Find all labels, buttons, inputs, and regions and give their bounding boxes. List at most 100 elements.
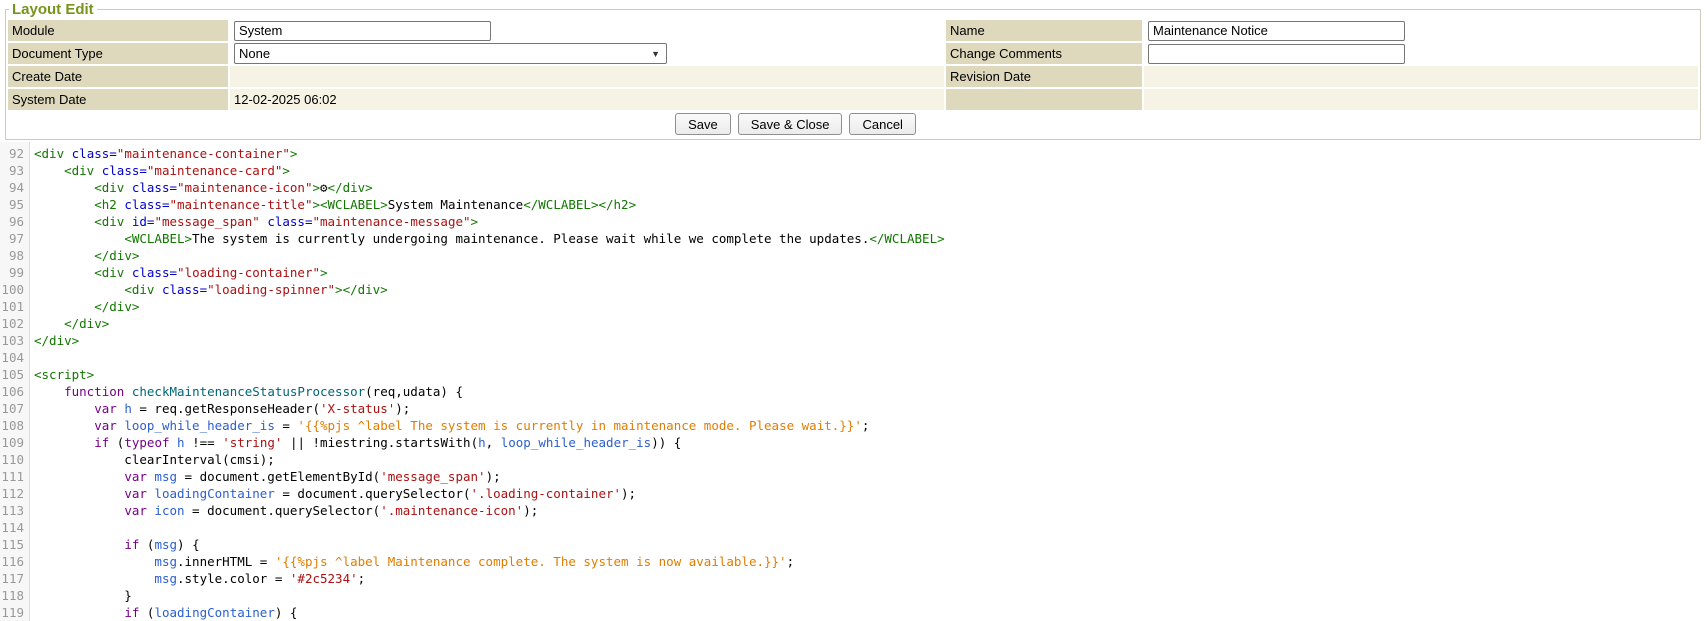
code-line[interactable]: var icon = document.querySelector('.main… [34, 502, 1706, 519]
code-token [34, 197, 94, 212]
document-type-value-cell: None ▼ [230, 43, 944, 64]
change-comments-input[interactable] [1148, 44, 1405, 64]
create-date-value [230, 66, 944, 87]
code-token: ></div> [335, 282, 388, 297]
code-line[interactable]: } [34, 587, 1706, 604]
code-token: ( [139, 605, 154, 620]
code-token [154, 282, 162, 297]
line-number: 110 [0, 451, 24, 468]
code-token: class= [102, 163, 147, 178]
code-line[interactable]: </div> [34, 298, 1706, 315]
code-line[interactable]: </div> [34, 247, 1706, 264]
code-token: '{{%pjs ^label The system is currently i… [297, 418, 861, 433]
code-line[interactable]: function checkMaintenanceStatusProcessor… [34, 383, 1706, 400]
code-line[interactable]: </div> [34, 332, 1706, 349]
code-line[interactable]: clearInterval(cmsi); [34, 451, 1706, 468]
document-type-select[interactable]: None ▼ [234, 43, 667, 64]
code-token [34, 571, 154, 586]
code-line[interactable]: </div> [34, 315, 1706, 332]
code-token: ⚙ [320, 180, 328, 195]
code-line[interactable]: <div class="maintenance-card"> [34, 162, 1706, 179]
code-token [34, 435, 94, 450]
code-token: if [124, 605, 139, 620]
line-number: 96 [0, 213, 24, 230]
code-line[interactable]: <script> [34, 366, 1706, 383]
line-number: 109 [0, 434, 24, 451]
code-token: !== [185, 435, 223, 450]
line-number: 92 [0, 145, 24, 162]
code-line[interactable]: var loadingContainer = document.querySel… [34, 485, 1706, 502]
code-line[interactable] [34, 349, 1706, 366]
code-token: <div [64, 163, 94, 178]
code-line[interactable]: msg.style.color = '#2c5234'; [34, 570, 1706, 587]
change-comments-label: Change Comments [946, 43, 1142, 64]
code-line[interactable]: if (typeof h !== 'string' || !miestring.… [34, 434, 1706, 451]
cancel-button[interactable]: Cancel [849, 113, 915, 135]
code-token: clearInterval(cmsi); [34, 452, 275, 467]
code-line[interactable]: var h = req.getResponseHeader('X-status'… [34, 400, 1706, 417]
code-token [34, 401, 94, 416]
code-token [124, 214, 132, 229]
code-token: ); [621, 486, 636, 501]
code-token: The system is currently undergoing maint… [192, 231, 869, 246]
code-token [34, 605, 124, 620]
save-button[interactable]: Save [675, 113, 731, 135]
code-line[interactable]: var loop_while_header_is = '{{%pjs ^labe… [34, 417, 1706, 434]
code-content[interactable]: <div class="maintenance-container"> <div… [30, 142, 1706, 621]
code-line[interactable]: <WCLABEL>The system is currently undergo… [34, 230, 1706, 247]
code-line[interactable]: <h2 class="maintenance-title"><WCLABEL>S… [34, 196, 1706, 213]
code-token: </div> [34, 333, 79, 348]
code-token: id= [132, 214, 155, 229]
code-token: > [290, 146, 298, 161]
code-token: "maintenance-icon" [177, 180, 312, 195]
name-input[interactable] [1148, 21, 1405, 41]
code-token: (req,udata) { [365, 384, 463, 399]
line-number: 98 [0, 247, 24, 264]
empty-value-cell [1144, 89, 1698, 110]
code-line[interactable] [34, 519, 1706, 536]
code-token: > [471, 214, 479, 229]
line-number: 103 [0, 332, 24, 349]
code-token: <div [124, 282, 154, 297]
document-type-label: Document Type [8, 43, 228, 64]
code-token: loop_while_header_is [501, 435, 652, 450]
code-token: h [124, 401, 132, 416]
code-line[interactable]: if (loadingContainer) { [34, 604, 1706, 621]
code-token [34, 486, 124, 501]
code-line[interactable]: <div class="loading-spinner"></div> [34, 281, 1706, 298]
code-token [124, 265, 132, 280]
code-token: "message_span" [154, 214, 259, 229]
code-token [34, 418, 94, 433]
code-token [34, 163, 64, 178]
code-token: = document.getElementById( [177, 469, 380, 484]
code-token: class= [132, 265, 177, 280]
code-line[interactable]: <div class="maintenance-icon">⚙</div> [34, 179, 1706, 196]
save-and-close-button[interactable]: Save & Close [738, 113, 843, 135]
code-line[interactable]: msg.innerHTML = '{{%pjs ^label Maintenan… [34, 553, 1706, 570]
module-input[interactable] [234, 21, 491, 41]
code-token: "maintenance-message" [312, 214, 470, 229]
code-token: class= [124, 197, 169, 212]
code-token: } [34, 588, 132, 603]
code-token: || !miestring.startsWith( [282, 435, 478, 450]
code-token: class= [132, 180, 177, 195]
code-line[interactable]: var msg = document.getElementById('messa… [34, 468, 1706, 485]
page-title: Layout Edit [9, 1, 97, 18]
code-token [124, 384, 132, 399]
code-line[interactable]: <div class="maintenance-container"> [34, 145, 1706, 162]
code-token: </div> [94, 248, 139, 263]
layout-edit-fieldset: Layout Edit Module Name Document Type No… [5, 1, 1701, 140]
code-token: var [124, 503, 147, 518]
code-token: loadingContainer [154, 605, 274, 620]
code-line[interactable]: <div class="loading-container"> [34, 264, 1706, 281]
code-token: .innerHTML = [177, 554, 275, 569]
code-editor[interactable]: 9293949596979899100101102103104105106107… [0, 142, 1706, 621]
code-token: ; [358, 571, 366, 586]
line-number: 101 [0, 298, 24, 315]
code-token: '.maintenance-icon' [380, 503, 523, 518]
module-label: Module [8, 20, 228, 41]
code-line[interactable]: if (msg) { [34, 536, 1706, 553]
code-token: = req.getResponseHeader( [132, 401, 320, 416]
code-line[interactable]: <div id="message_span" class="maintenanc… [34, 213, 1706, 230]
code-token [34, 503, 124, 518]
